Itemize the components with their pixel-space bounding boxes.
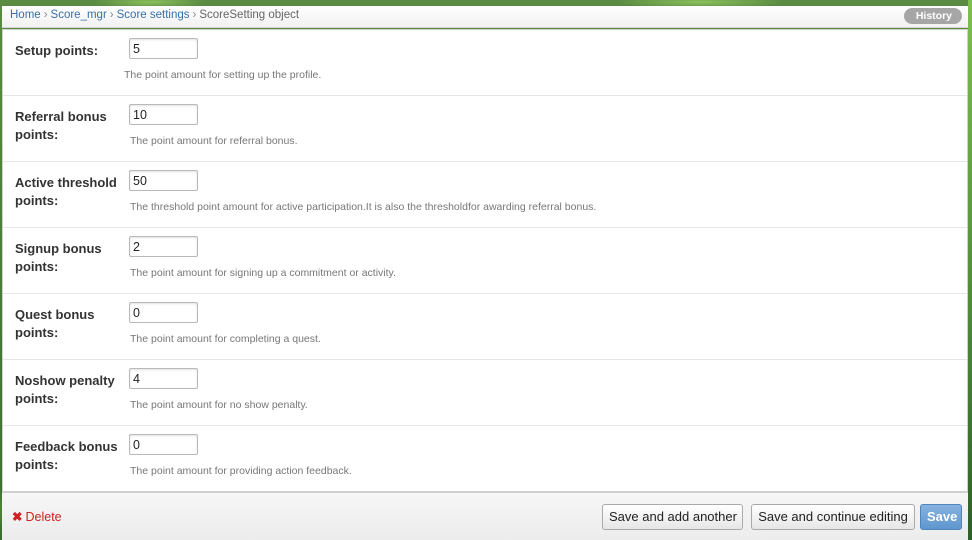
help-text: The point amount for signing up a commit… [130, 267, 396, 279]
delete-label: Delete [25, 510, 62, 524]
field-label: Active threshold points: [15, 175, 117, 208]
feedback-bonus-points-input[interactable] [129, 434, 198, 455]
active-threshold-points-input[interactable] [129, 170, 198, 191]
field-label: Signup bonus points: [15, 241, 102, 274]
help-text: The point amount for no show penalty. [130, 399, 308, 411]
delete-icon: ✖ [12, 510, 23, 524]
form-row-active-threshold-points: Active threshold points: The threshold p… [3, 162, 967, 228]
help-text: The point amount for setting up the prof… [124, 69, 322, 81]
help-text: The threshold point amount for active pa… [130, 201, 597, 213]
form-row-setup-points: Setup points: The point amount for setti… [3, 30, 967, 96]
breadcrumb-score-settings[interactable]: Score settings [117, 9, 190, 21]
field-label: Feedback bonus points: [15, 439, 118, 472]
field-label: Noshow penalty points: [15, 373, 115, 406]
field-label: Quest bonus points: [15, 307, 95, 340]
form-row-quest-bonus-points: Quest bonus points: The point amount for… [3, 294, 967, 360]
referral-bonus-points-input[interactable] [129, 104, 198, 125]
breadcrumb-separator: › [192, 9, 197, 21]
submit-row: ✖ Delete Save and add another Save and co… [2, 492, 968, 540]
save-button[interactable]: Save [920, 504, 962, 530]
field-label: Referral bonus points: [15, 109, 107, 142]
breadcrumb-separator: › [109, 9, 114, 21]
help-text: The point amount for referral bonus. [130, 135, 298, 147]
setup-points-input[interactable] [129, 38, 198, 59]
breadcrumb-current: ScoreSetting object [199, 9, 300, 21]
change-form: Setup points: The point amount for setti… [2, 29, 968, 492]
save-and-add-another-button[interactable]: Save and add another [602, 504, 743, 530]
form-row-referral-bonus-points: Referral bonus points: The point amount … [3, 96, 967, 162]
history-button[interactable]: History [903, 8, 962, 24]
help-text: The point amount for providing action fe… [130, 465, 352, 477]
field-label: Setup points: [15, 43, 99, 58]
form-row-signup-bonus-points: Signup bonus points: The point amount fo… [3, 228, 967, 294]
help-text: The point amount for completing a quest. [130, 333, 321, 345]
breadcrumb-score-mgr[interactable]: Score_mgr [51, 9, 107, 21]
form-row-feedback-bonus-points: Feedback bonus points: The point amount … [3, 426, 967, 492]
quest-bonus-points-input[interactable] [129, 302, 198, 323]
delete-link[interactable]: ✖ Delete [12, 509, 62, 524]
signup-bonus-points-input[interactable] [129, 236, 198, 257]
breadcrumb-home[interactable]: Home [10, 9, 41, 21]
breadcrumb-separator: › [43, 9, 48, 21]
background-edge [968, 0, 972, 540]
breadcrumb: Home › Score_mgr › Score settings › ScoreSetti… [2, 6, 968, 28]
noshow-penalty-points-input[interactable] [129, 368, 198, 389]
form-row-noshow-penalty-points: Noshow penalty points: The point amount … [3, 360, 967, 426]
save-and-continue-button[interactable]: Save and continue editing [751, 504, 915, 530]
